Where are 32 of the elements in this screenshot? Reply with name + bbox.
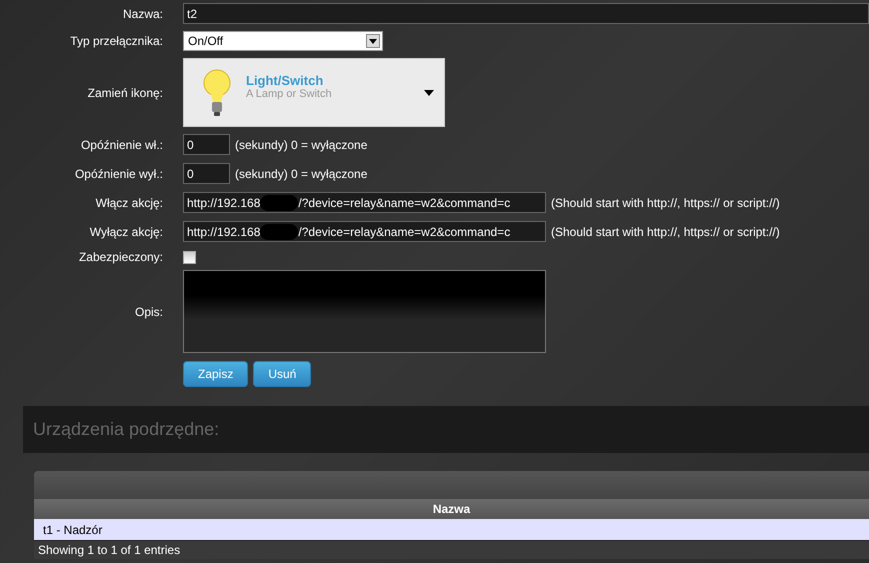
- field-label: Nazwa:: [122, 6, 163, 20]
- url-input[interactable]: http://192.168 /?device=relay&name=w2&command=c: [183, 192, 546, 213]
- caret-icon: [369, 38, 377, 44]
- redaction-mark: [260, 224, 298, 240]
- field-label: Zabezpieczony:: [78, 250, 163, 264]
- field-label: Włącz akcję:: [94, 196, 163, 210]
- switch-type-dropdown[interactable]: On/Off: [183, 31, 383, 51]
- field-label: Typ przełącznika:: [69, 34, 163, 48]
- delay-input[interactable]: 0: [183, 163, 230, 184]
- light-bulb-icon: [202, 68, 232, 116]
- icon-subtitle: A Lamp or Switch: [246, 88, 332, 100]
- url-input[interactable]: http://192.168 /?device=relay&name=w2&command=c: [183, 221, 546, 242]
- field-label: Wyłącz akcję:: [88, 224, 163, 238]
- name-input[interactable]: t2: [183, 3, 869, 24]
- redaction-mark: [260, 194, 298, 210]
- field-label: Zamień ikonę:: [86, 86, 163, 100]
- protected-checkbox[interactable]: [183, 250, 196, 264]
- column-header[interactable]: Nazwa: [34, 499, 869, 519]
- hint-text: (Should start with http://, https:// or script://): [551, 196, 780, 210]
- hint-text: (sekundy) 0 = wyłączone: [235, 166, 368, 180]
- field-label: Opis:: [134, 304, 163, 318]
- table-info: Showing 1 to 1 of 1 entries: [37, 542, 182, 559]
- description-textarea[interactable]: [183, 270, 546, 353]
- field-label: Opóźnienie wł.:: [80, 138, 163, 152]
- section-title: Urządzenia podrzędne:: [33, 419, 220, 440]
- hint-text: (Should start with http://, https:// or script://): [551, 224, 780, 238]
- caret-icon: [424, 90, 434, 96]
- hint-text: (sekundy) 0 = wyłączone: [235, 138, 368, 152]
- table-row[interactable]: t1 - Nadzór: [34, 519, 869, 541]
- field-label: Opóźnienie wył.:: [74, 166, 163, 180]
- delay-input[interactable]: 0: [183, 134, 230, 155]
- icon-title: Light/Switch: [246, 73, 324, 88]
